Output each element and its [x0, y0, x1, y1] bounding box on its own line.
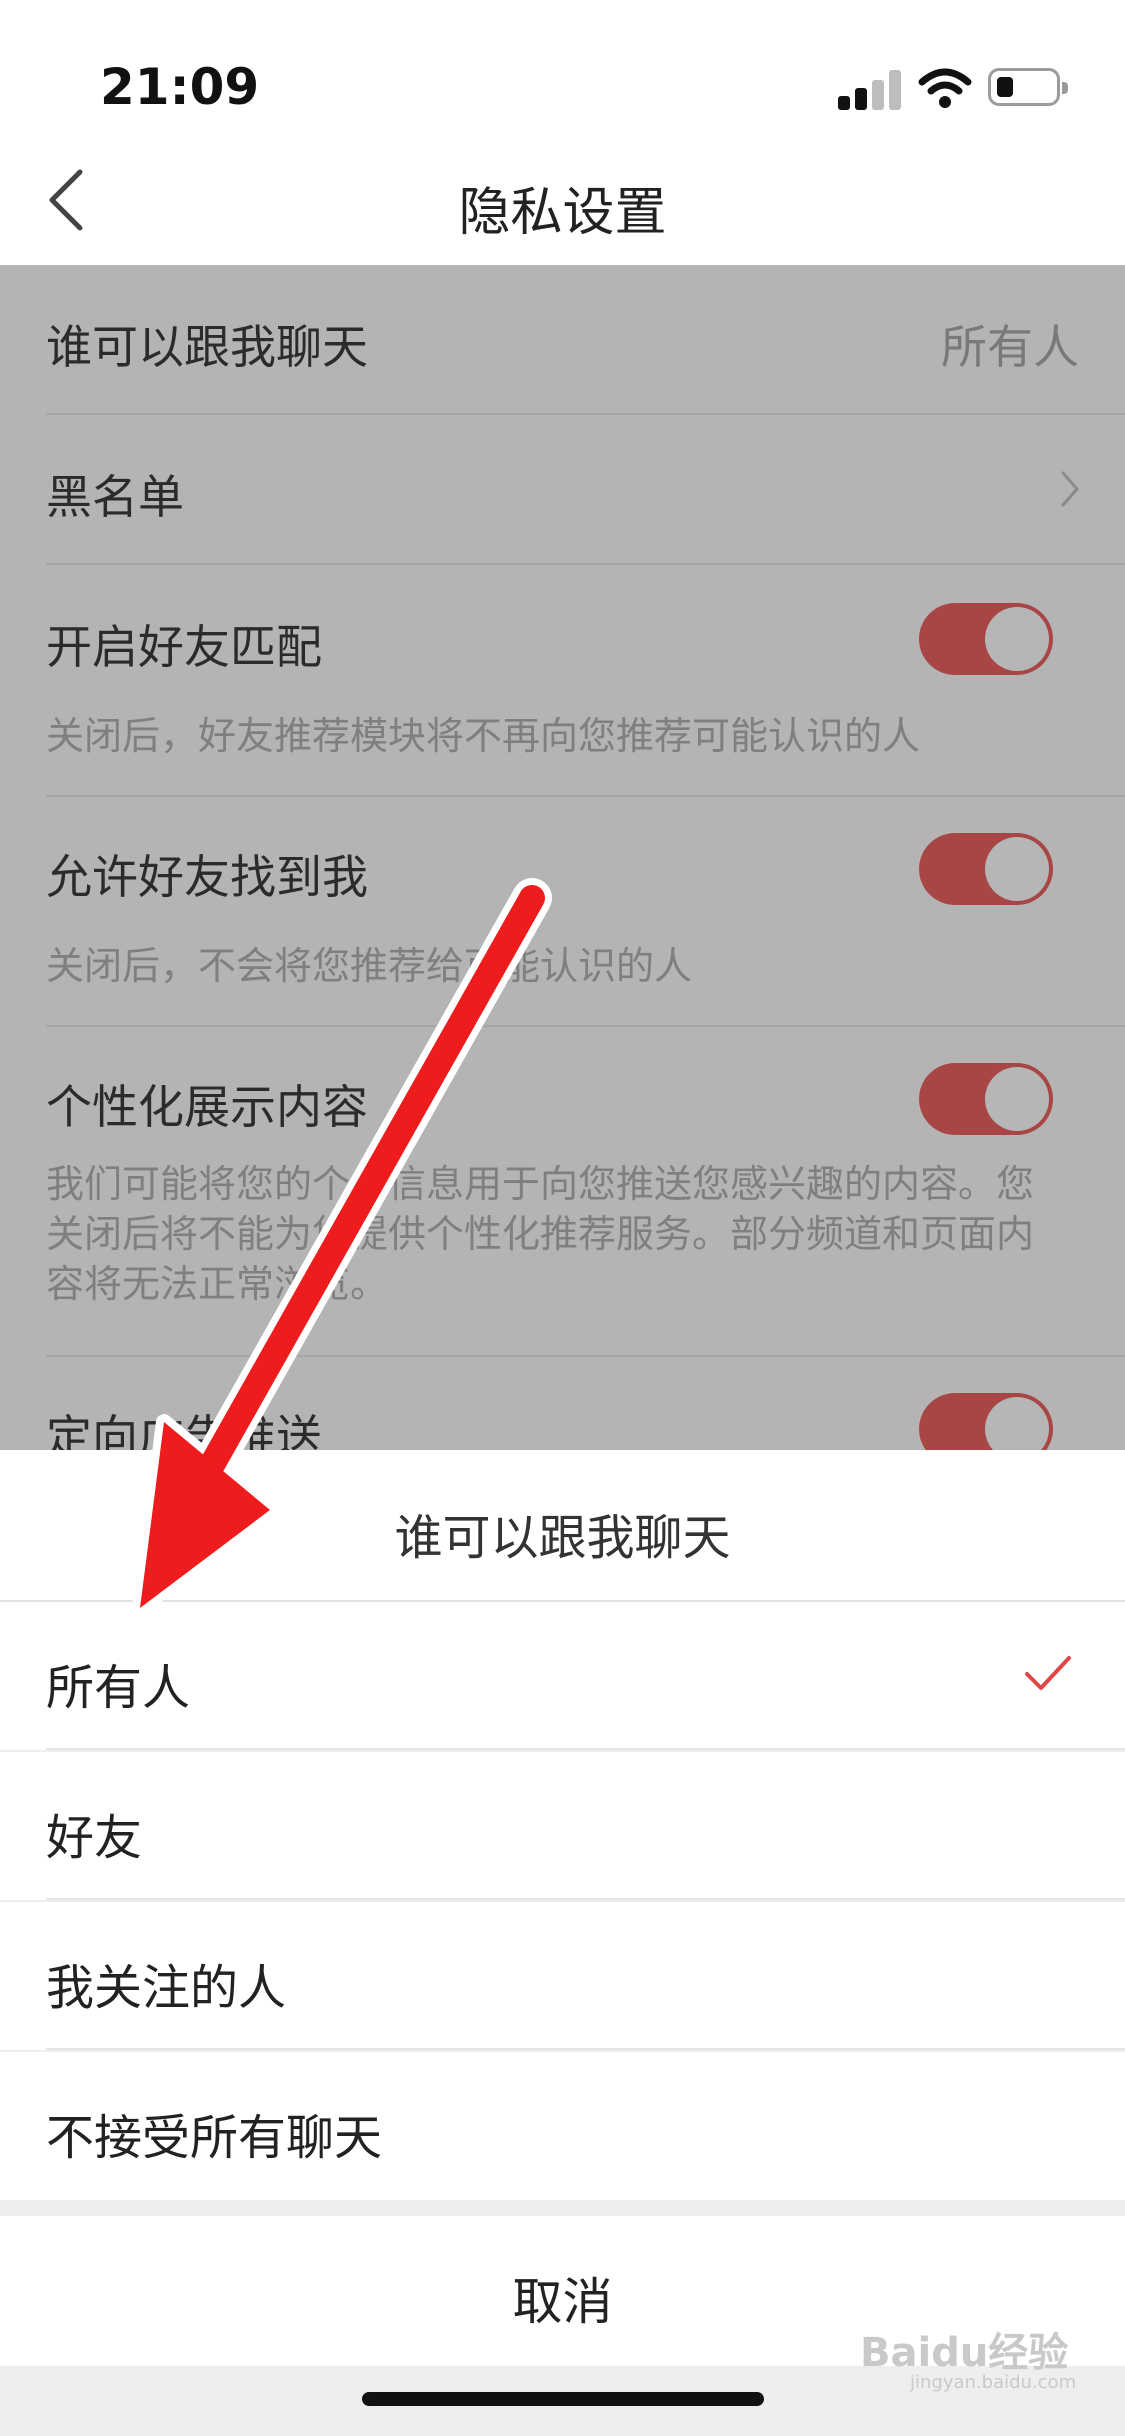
action-sheet: 谁可以跟我聊天 所有人 好友 我关注的人 不接受所有聊天 取消: [0, 1450, 1125, 2436]
nav-bar: 隐私设置: [0, 140, 1125, 265]
option-following[interactable]: 我关注的人: [0, 1902, 1125, 2050]
action-sheet-title: 谁可以跟我聊天: [394, 1510, 731, 1566]
setting-label: 黑名单: [46, 470, 184, 524]
setting-row-who-can-chat[interactable]: 谁可以跟我聊天 所有人: [46, 265, 1125, 415]
setting-row-find-me: 允许好友找到我 关闭后，不会将您推荐给可能认识的人: [46, 797, 1125, 1027]
settings-list: 谁可以跟我聊天 所有人 黑名单 开启好友匹配 关闭后，好友推荐模块将不再向您推荐…: [0, 265, 1125, 1450]
option-no-chat[interactable]: 不接受所有聊天: [0, 2052, 1125, 2200]
baidu-watermark: Baidu经验: [860, 2330, 1069, 2376]
cellular-signal-icon: [838, 70, 902, 110]
checkmark-icon: [1025, 1656, 1071, 1690]
option-label: 不接受所有聊天: [46, 2110, 383, 2166]
option-friends[interactable]: 好友: [0, 1752, 1125, 1900]
watermark-url: jingyan.baidu.com: [910, 2372, 1077, 2393]
personalized-toggle[interactable]: [919, 1063, 1053, 1135]
option-everyone[interactable]: 所有人: [0, 1602, 1125, 1750]
option-label: 我关注的人: [46, 1960, 287, 2016]
setting-row-friend-match: 开启好友匹配 关闭后，好友推荐模块将不再向您推荐可能认识的人: [46, 565, 1125, 797]
home-indicator[interactable]: [362, 2392, 764, 2406]
setting-row-blacklist[interactable]: 黑名单: [46, 415, 1125, 565]
targeted-ads-toggle[interactable]: [919, 1393, 1053, 1450]
find-me-toggle[interactable]: [919, 833, 1053, 905]
setting-label: 开启好友匹配: [46, 620, 322, 674]
setting-row-targeted-ads: 定向广告推送: [46, 1357, 1125, 1450]
status-bar: 21:09: [0, 0, 1125, 140]
setting-label: 个性化展示内容: [46, 1080, 368, 1134]
wifi-icon: [918, 68, 972, 108]
battery-icon: [988, 68, 1068, 106]
setting-description: 关闭后，不会将您推荐给可能认识的人: [46, 944, 693, 988]
setting-description: 我们可能将您的个人信息用于向您推送您感兴趣的内容。您关闭后将不能为您提供个性化推…: [46, 1162, 1035, 1306]
option-label: 所有人: [46, 1660, 191, 1716]
status-time: 21:09: [100, 58, 260, 116]
setting-label: 允许好友找到我: [46, 850, 368, 904]
chevron-right-icon: [1061, 471, 1079, 507]
setting-label: 谁可以跟我聊天: [46, 320, 368, 374]
page-title: 隐私设置: [458, 183, 667, 243]
setting-description: 关闭后，好友推荐模块将不再向您推荐可能认识的人: [46, 714, 921, 758]
option-label: 好友: [46, 1810, 143, 1866]
action-sheet-header: 谁可以跟我聊天: [0, 1450, 1125, 1602]
setting-value: 所有人: [941, 320, 1079, 374]
friend-match-toggle[interactable]: [919, 603, 1053, 675]
setting-label: 定向广告推送: [46, 1410, 322, 1450]
setting-row-personalized: 个性化展示内容 我们可能将您的个人信息用于向您推送您感兴趣的内容。您关闭后将不能…: [46, 1027, 1125, 1357]
